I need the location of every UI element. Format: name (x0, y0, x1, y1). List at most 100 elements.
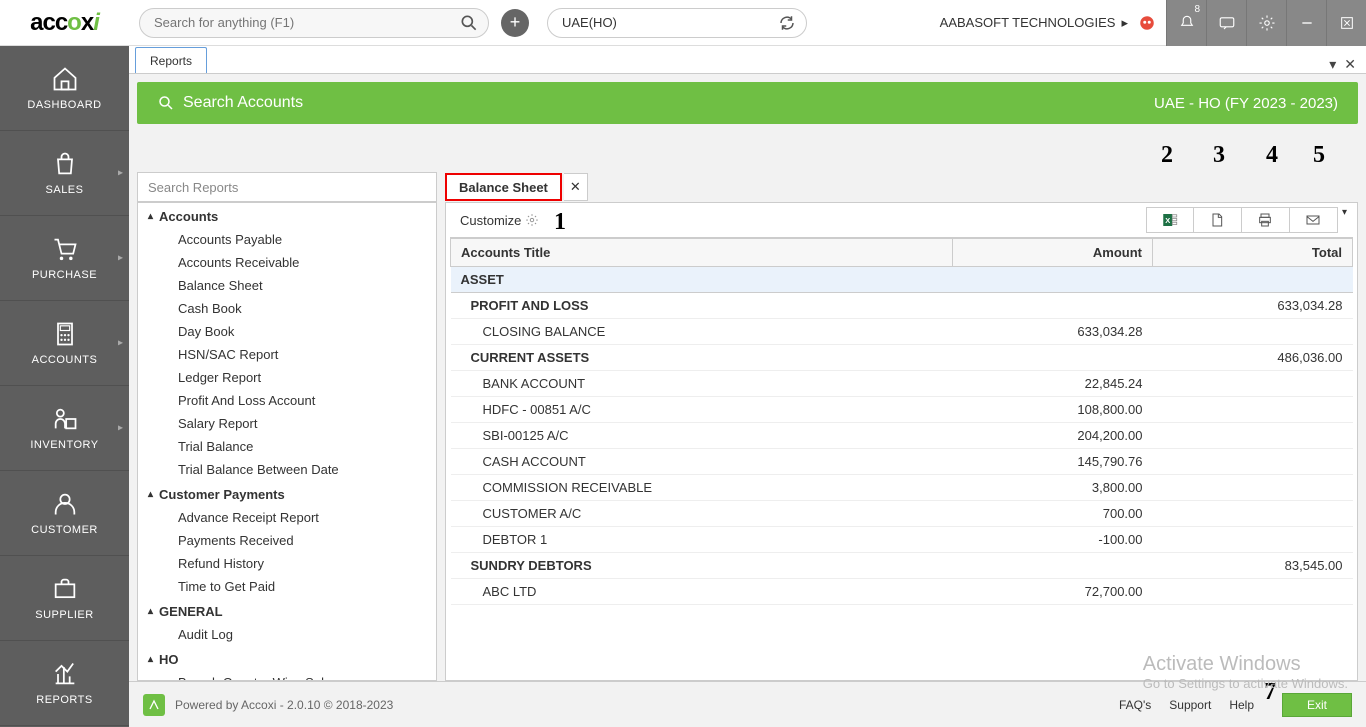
calculator-icon (51, 320, 79, 348)
close-window-button[interactable] (1326, 0, 1366, 46)
tab-balance-sheet[interactable]: Balance Sheet (445, 173, 562, 201)
footer-support[interactable]: Support (1169, 698, 1211, 712)
tree-item[interactable]: Accounts Payable (138, 228, 436, 251)
org-select[interactable]: UAE(HO) (547, 8, 807, 38)
company-name[interactable]: AABASOFT TECHNOLOGIES (940, 15, 1116, 30)
tree-item[interactable]: Profit And Loss Account (138, 389, 436, 412)
settings-button[interactable] (1246, 0, 1286, 46)
app-logo: accoxi (0, 0, 129, 46)
tree-item[interactable]: Accounts Receivable (138, 251, 436, 274)
global-search-input[interactable] (139, 8, 489, 38)
tree-item[interactable]: Payments Received (138, 529, 436, 552)
tab-close-button[interactable]: ✕ (564, 173, 588, 201)
tree-item[interactable]: Ledger Report (138, 366, 436, 389)
table-row[interactable]: SBI-00125 A/C204,200.00 (451, 423, 1353, 449)
cell-title: PROFIT AND LOSS (451, 293, 953, 319)
export-excel-button[interactable]: X (1146, 207, 1194, 233)
annotation-7: 7 (1264, 679, 1276, 706)
pane-close-icon[interactable]: ✕ (1344, 56, 1356, 73)
svg-text:X: X (1165, 216, 1170, 225)
nav-accounts[interactable]: ACCOUNTS ▸ (0, 301, 129, 386)
pdf-icon (1209, 212, 1225, 228)
tree-item[interactable]: Salary Report (138, 412, 436, 435)
nav-purchase[interactable]: PURCHASE ▸ (0, 216, 129, 301)
tree-item[interactable]: Advance Receipt Report (138, 506, 436, 529)
col-title[interactable]: Accounts Title (451, 239, 953, 267)
notifications-button[interactable]: 8 (1166, 0, 1206, 46)
footer-help[interactable]: Help (1229, 698, 1254, 712)
nav-sales[interactable]: SALES ▸ (0, 131, 129, 216)
footer-faqs[interactable]: FAQ's (1119, 698, 1151, 712)
table-row[interactable]: COMMISSION RECEIVABLE3,800.00 (451, 475, 1353, 501)
quick-add-button[interactable]: + (501, 9, 529, 37)
tree-item[interactable]: Time to Get Paid (138, 575, 436, 598)
table-row[interactable]: CLOSING BALANCE633,034.28 (451, 319, 1353, 345)
cell-amount: 72,700.00 (953, 579, 1153, 605)
tree-group-label: Accounts (159, 209, 218, 224)
table-row[interactable]: HDFC - 00851 A/C108,800.00 (451, 397, 1353, 423)
nav-supplier[interactable]: SUPPLIER (0, 556, 129, 641)
nav-label: ACCOUNTS (32, 354, 98, 366)
search-reports-input[interactable]: Search Reports (137, 172, 437, 202)
cell-total (1153, 475, 1353, 501)
dropdown-icon[interactable]: ▾ (1342, 207, 1347, 233)
cell-total: 83,545.00 (1153, 553, 1353, 579)
tree-item[interactable]: Cash Book (138, 297, 436, 320)
tree-item[interactable]: Refund History (138, 552, 436, 575)
tab-reports[interactable]: Reports (135, 47, 207, 73)
org-name: UAE(HO) (562, 15, 617, 30)
table-row[interactable]: ASSET (451, 267, 1353, 293)
tree-item[interactable]: Balance Sheet (138, 274, 436, 297)
nav-inventory[interactable]: INVENTORY ▸ (0, 386, 129, 471)
briefcase-icon (51, 575, 79, 603)
tree-item[interactable]: Trial Balance (138, 435, 436, 458)
cell-title: COMMISSION RECEIVABLE (451, 475, 953, 501)
table-row[interactable]: ABC LTD72,700.00 (451, 579, 1353, 605)
table-row[interactable]: SUNDRY DEBTORS83,545.00 (451, 553, 1353, 579)
table-row[interactable]: DEBTOR 1-100.00 (451, 527, 1353, 553)
cell-total (1153, 501, 1353, 527)
tree-item[interactable]: Day Book (138, 320, 436, 343)
print-button[interactable] (1242, 207, 1290, 233)
export-pdf-button[interactable] (1194, 207, 1242, 233)
cell-amount: 700.00 (953, 501, 1153, 527)
table-row[interactable]: CUSTOMER A/C700.00 (451, 501, 1353, 527)
chat-button[interactable] (1206, 0, 1246, 46)
table-row[interactable]: CURRENT ASSETS486,036.00 (451, 345, 1353, 371)
col-total[interactable]: Total (1153, 239, 1353, 267)
cell-title: SBI-00125 A/C (451, 423, 953, 449)
tree-group-accounts[interactable]: ▴Accounts (138, 203, 436, 228)
table-row[interactable]: PROFIT AND LOSS633,034.28 (451, 293, 1353, 319)
exit-button[interactable]: Exit (1282, 693, 1352, 717)
tree-item[interactable]: Audit Log (138, 623, 436, 646)
table-row[interactable]: CASH ACCOUNT145,790.76 (451, 449, 1353, 475)
table-row[interactable]: BANK ACCOUNT22,845.24 (451, 371, 1353, 397)
search-icon[interactable] (459, 13, 479, 33)
refresh-icon[interactable] (778, 14, 796, 32)
customize-button[interactable]: Customize (452, 209, 547, 232)
tree-item[interactable]: Trial Balance Between Date (138, 458, 436, 481)
tree-group-general[interactable]: ▴GENERAL (138, 598, 436, 623)
tree-group-customer-payments[interactable]: ▴Customer Payments (138, 481, 436, 506)
cell-title: CASH ACCOUNT (451, 449, 953, 475)
tree-group-ho[interactable]: ▴HO (138, 646, 436, 671)
col-amount[interactable]: Amount (953, 239, 1153, 267)
nav-dashboard[interactable]: DASHBOARD (0, 46, 129, 131)
cell-amount: -100.00 (953, 527, 1153, 553)
cell-title: ABC LTD (451, 579, 953, 605)
tree-item[interactable]: HSN/SAC Report (138, 343, 436, 366)
minimize-button[interactable] (1286, 0, 1326, 46)
home-icon (51, 65, 79, 93)
nav-reports[interactable]: REPORTS (0, 641, 129, 726)
pane-minimize-icon[interactable]: ▾ (1329, 56, 1336, 73)
caret-icon: ▴ (148, 654, 153, 665)
cell-amount (953, 293, 1153, 319)
nav-customer[interactable]: CUSTOMER (0, 471, 129, 556)
cell-total (1153, 527, 1353, 553)
tree-item[interactable]: Branch Counter Wise Sales (138, 671, 436, 681)
email-button[interactable] (1290, 207, 1338, 233)
left-sidebar: DASHBOARD SALES ▸ PURCHASE ▸ ACCOUNTS ▸ … (0, 46, 129, 727)
cell-total: 486,036.00 (1153, 345, 1353, 371)
chevron-right-icon: ▸ (1121, 15, 1128, 31)
reports-tree[interactable]: ▴Accounts Accounts Payable Accounts Rece… (137, 202, 437, 681)
